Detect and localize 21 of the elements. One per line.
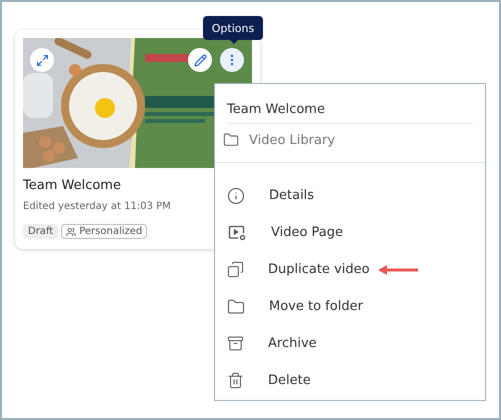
expand-icon [36,54,48,66]
info-icon [227,186,245,204]
audience-badge: Personalized [61,224,148,239]
options-tooltip: Options [203,16,263,40]
video-title: Team Welcome [23,178,122,193]
archive-icon [227,335,244,352]
copy-icon [227,261,244,278]
menu-item[interactable]: Video Page [271,225,344,240]
people-icon [66,226,76,236]
menu-item[interactable]: Delete [268,373,311,388]
menu-item[interactable]: Duplicate video [268,262,370,277]
folder-icon [227,298,245,316]
menu-title: Team Welcome [227,102,473,124]
pencil-icon [194,54,206,66]
menu-item[interactable]: Details [269,188,314,203]
folder-icon [223,132,239,148]
menu-item[interactable]: Archive [268,336,317,351]
status-badge: Draft [23,224,58,239]
edited-time: Edited yesterday at 11:03 PM [23,201,172,212]
trash-icon [227,372,244,389]
menu-item[interactable]: Move to folder [269,299,363,314]
